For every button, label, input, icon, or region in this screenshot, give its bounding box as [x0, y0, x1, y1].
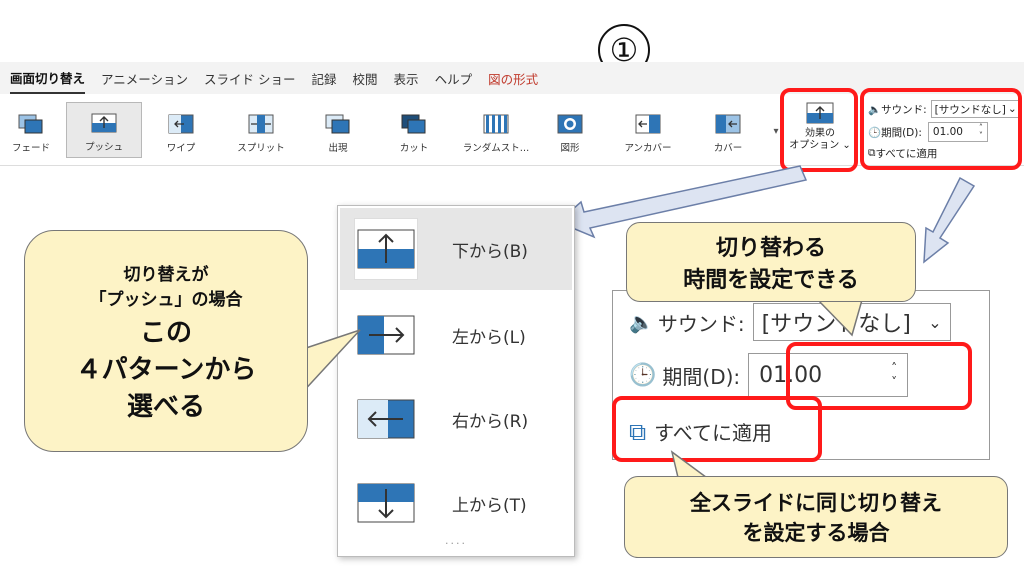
callout-text: 「プッシュ」の場合: [89, 289, 243, 310]
option-from-bottom[interactable]: 下から(B): [340, 208, 572, 290]
tab-slideshow[interactable]: スライド ショー: [204, 63, 295, 93]
transition-label: カット: [399, 143, 429, 154]
transition-label: ワイプ: [166, 143, 196, 154]
transition-push[interactable]: プッシュ: [66, 102, 142, 158]
from-top-icon: [354, 472, 418, 534]
transition-label: スプリット: [237, 143, 285, 154]
callout-text: ４パターンから: [75, 354, 257, 385]
zoom-sound-row: 🔈 サウンド: [サウンドなし] ⌄: [629, 303, 951, 341]
uncover-icon: [635, 114, 661, 134]
tab-animations[interactable]: アニメーション: [101, 63, 188, 93]
sound-value: [サウンドなし]: [761, 312, 911, 337]
transition-label: ランダムスト…: [462, 143, 530, 154]
callout-apply-all: 全スライドに同じ切り替え を設定する場合: [624, 476, 1008, 558]
transition-label: プッシュ: [84, 142, 123, 153]
transition-label: 出現: [328, 143, 348, 154]
callout-text: 全スライドに同じ切り替え: [690, 491, 942, 515]
transition-fade[interactable]: フェード: [2, 102, 60, 158]
transition-label: 図形: [560, 143, 580, 154]
highlight-effect-options: [780, 88, 858, 172]
speaker-icon: 🔈: [629, 310, 654, 334]
transition-cover[interactable]: カバー: [700, 102, 756, 158]
transition-label: カバー: [713, 143, 743, 154]
from-right-icon: [354, 388, 418, 450]
appear-icon: [325, 114, 350, 134]
sound-label: サウンド:: [657, 311, 745, 336]
highlight-timing-group: [860, 88, 1022, 170]
callout-text: この: [139, 317, 192, 348]
transition-appear[interactable]: 出現: [310, 102, 366, 158]
callout-push-patterns: 切り替えが 「プッシュ」の場合 この ４パターンから 選べる: [24, 230, 308, 452]
sound-select[interactable]: [サウンドなし] ⌄: [752, 303, 951, 341]
highlight-apply-all: [612, 396, 822, 462]
transition-wipe[interactable]: ワイプ: [150, 102, 212, 158]
fade-icon: [18, 114, 43, 134]
split-icon: [248, 114, 274, 134]
resize-grip[interactable]: ····: [338, 537, 574, 550]
transition-random-bars[interactable]: ランダムスト…: [456, 102, 536, 158]
tab-picture-format[interactable]: 図の形式: [488, 63, 538, 93]
clock-icon: 🕒: [629, 362, 657, 388]
option-label: 下から(B): [452, 241, 528, 262]
callout-text: 切り替えが: [123, 264, 209, 285]
callout-text: 切り替わる: [715, 236, 826, 261]
arrow-to-zoom-panel: [923, 176, 976, 264]
shape-icon: [557, 114, 583, 134]
from-bottom-icon: [354, 218, 418, 280]
option-label: 左から(L): [452, 327, 526, 348]
transition-cut[interactable]: カット: [386, 102, 442, 158]
tab-record[interactable]: 記録: [312, 63, 337, 93]
option-label: 右から(R): [452, 411, 529, 432]
effect-options-dropdown: 下から(B) 左から(L) 右から(R) 上から(T) ····: [337, 205, 575, 557]
tab-view[interactable]: 表示: [394, 63, 419, 93]
duration-label: 期間(D):: [662, 364, 741, 389]
cover-icon: [715, 114, 741, 134]
chevron-down-icon: ⌄: [928, 312, 942, 332]
tab-help[interactable]: ヘルプ: [435, 63, 473, 93]
transition-shape[interactable]: 図形: [544, 102, 596, 158]
option-from-right[interactable]: 右から(R): [340, 378, 572, 460]
callout-duration: 切り替わる 時間を設定できる: [626, 222, 916, 302]
transition-label: フェード: [11, 143, 50, 154]
push-icon: [91, 113, 117, 133]
callout-text: 時間を設定できる: [683, 268, 859, 293]
option-label: 上から(T): [452, 495, 527, 516]
transition-label: アンカバー: [624, 143, 672, 154]
cut-icon: [401, 114, 426, 134]
callout-text: 選べる: [126, 391, 205, 422]
tab-review[interactable]: 校閲: [353, 63, 378, 93]
random-bars-icon: [483, 114, 509, 134]
wipe-icon: [168, 114, 194, 134]
callout-text: を設定する場合: [742, 521, 890, 545]
option-from-left[interactable]: 左から(L): [340, 294, 572, 376]
transition-uncover[interactable]: アンカバー: [616, 102, 680, 158]
transition-split[interactable]: スプリット: [226, 102, 296, 158]
tab-transitions[interactable]: 画面切り替え: [10, 62, 86, 95]
option-from-top[interactable]: 上から(T): [340, 462, 572, 544]
from-left-icon: [354, 304, 418, 366]
